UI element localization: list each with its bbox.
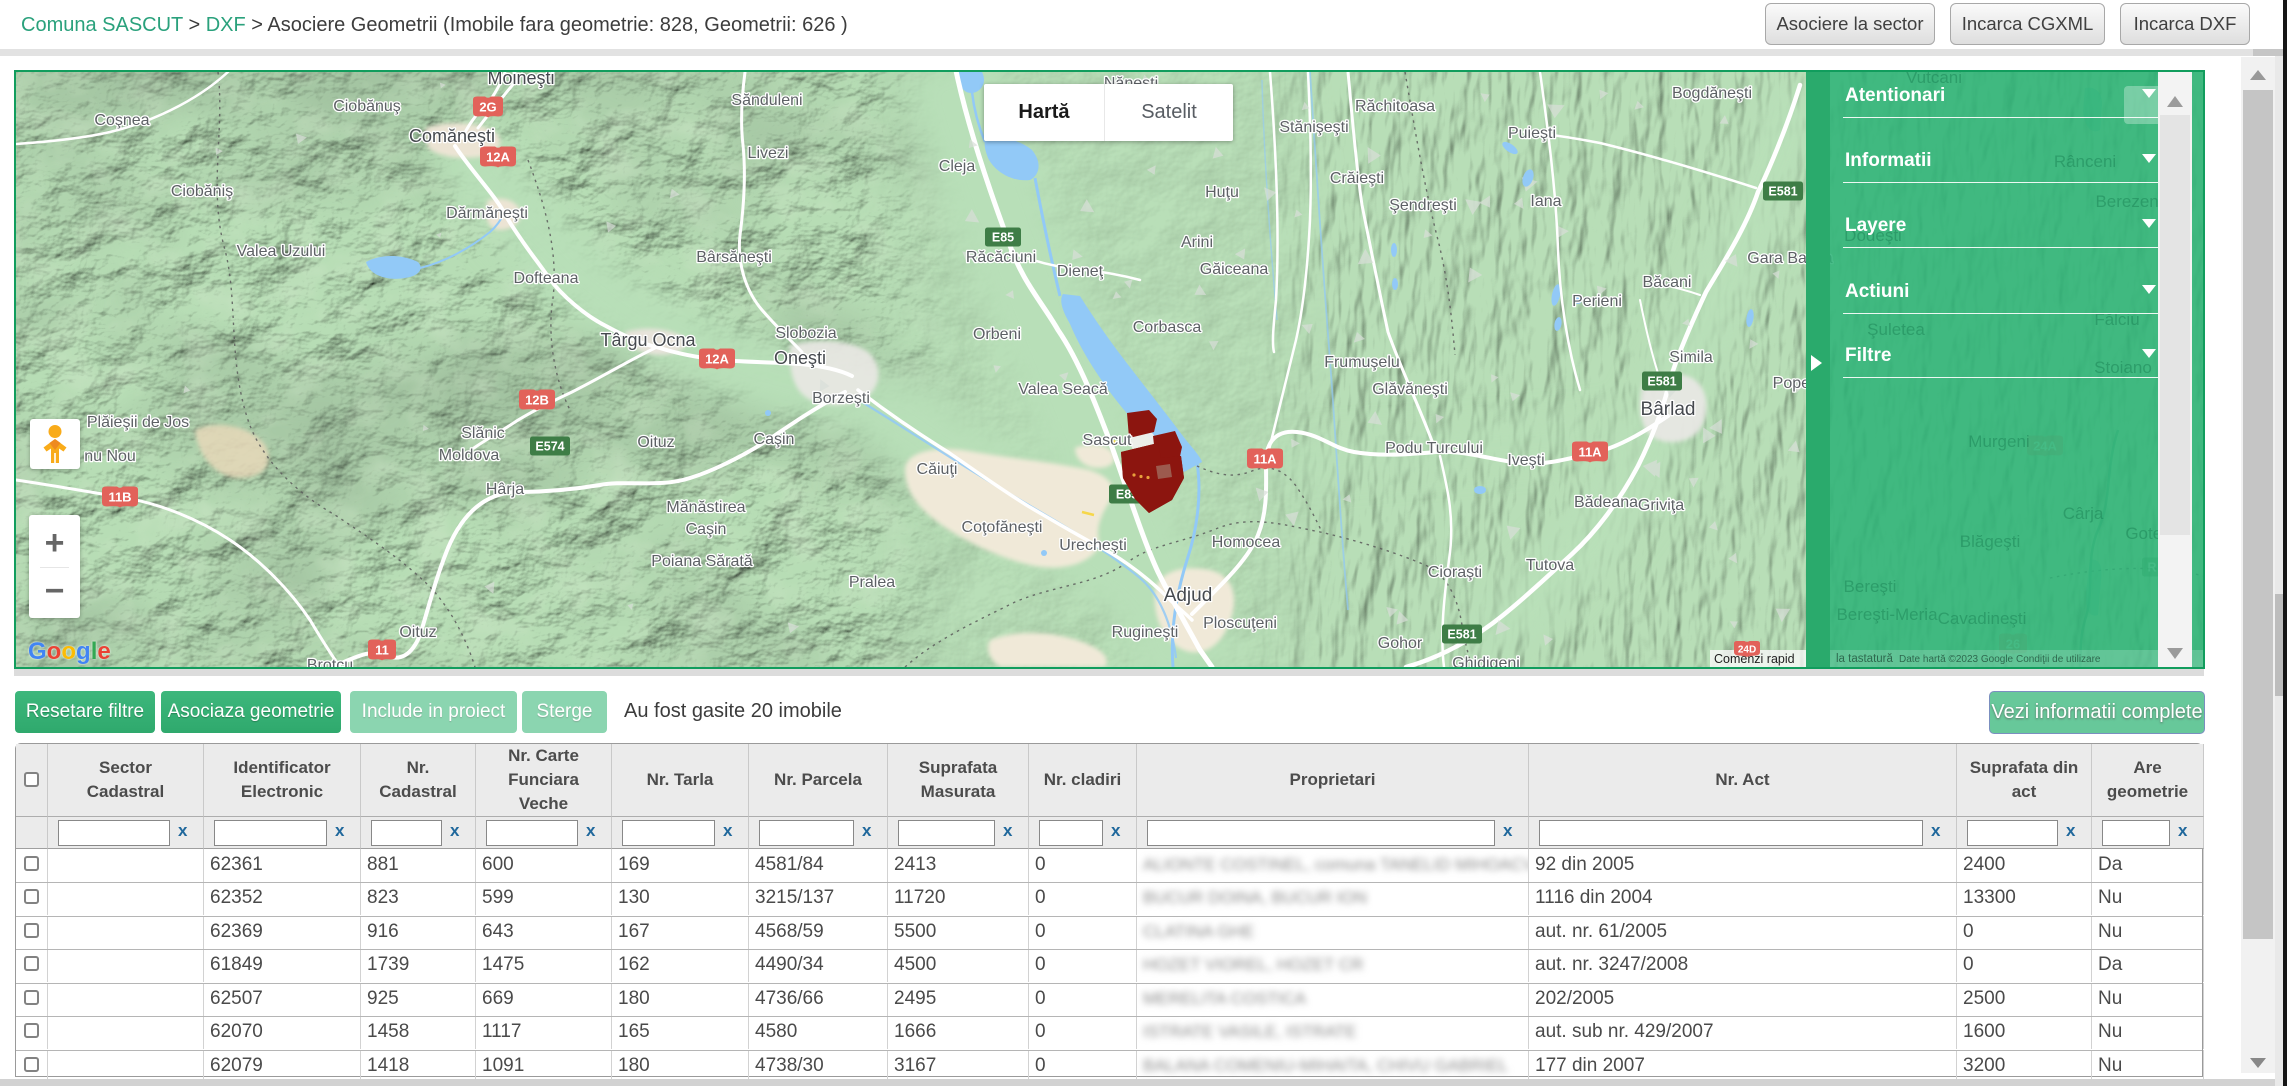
svg-text:Homocea: Homocea <box>1212 534 1281 551</box>
svg-text:11B: 11B <box>108 490 131 505</box>
svg-text:Şuletea: Şuletea <box>1867 320 1925 339</box>
svg-text:Târgu Ocna: Târgu Ocna <box>600 330 696 350</box>
svg-text:Plăieşii de Jos: Plăieşii de Jos <box>87 414 189 431</box>
svg-text:Griviţa: Griviţa <box>1638 497 1684 514</box>
svg-text:E574: E574 <box>535 440 564 454</box>
svg-text:Livezi: Livezi <box>748 145 789 162</box>
svg-text:Cleja: Cleja <box>939 158 976 175</box>
svg-text:11A: 11A <box>1578 445 1602 460</box>
svg-text:Pralea: Pralea <box>849 574 895 591</box>
svg-text:Frumuşelu: Frumuşelu <box>1324 354 1400 371</box>
svg-text:Atentionari: Atentionari <box>1845 85 1945 106</box>
svg-text:Băcani: Băcani <box>1643 274 1692 291</box>
svg-text:Moldova: Moldova <box>439 447 500 464</box>
svg-text:Brotcu: Brotcu <box>307 657 353 667</box>
svg-text:12A: 12A <box>486 150 510 165</box>
svg-text:Urecheşti: Urecheşti <box>1059 537 1127 554</box>
svg-text:E581: E581 <box>1647 375 1676 389</box>
svg-text:Oituz: Oituz <box>637 434 674 451</box>
svg-text:Bădeana: Bădeana <box>1574 494 1638 511</box>
svg-text:Orbeni: Orbeni <box>973 326 1021 343</box>
svg-text:Condiţii de utilizare: Condiţii de utilizare <box>2016 654 2101 665</box>
svg-text:Hârja: Hârja <box>486 481 524 498</box>
svg-text:Blăgeşti: Blăgeşti <box>1960 532 2020 551</box>
svg-text:Sănduleni: Sănduleni <box>731 92 802 109</box>
svg-text:Borzeşti: Borzeşti <box>812 390 870 407</box>
svg-text:Layere: Layere <box>1845 215 1906 236</box>
svg-text:Puieşti: Puieşti <box>1508 125 1556 142</box>
svg-text:24D: 24D <box>1738 645 1756 656</box>
svg-text:Filtre: Filtre <box>1845 345 1891 366</box>
svg-text:E581: E581 <box>1768 185 1797 199</box>
svg-text:Ploscuţeni: Ploscuţeni <box>1203 615 1277 632</box>
svg-text:Arini: Arini <box>1181 234 1213 251</box>
svg-text:Tutova: Tutova <box>1526 557 1574 574</box>
svg-text:Bârsăneşti: Bârsăneşti <box>696 249 772 266</box>
svg-text:Răchitoasa: Răchitoasa <box>1355 98 1435 115</box>
svg-text:Dărmăneşti: Dărmăneşti <box>446 205 528 222</box>
svg-text:Mănăstirea: Mănăstirea <box>666 499 745 516</box>
svg-text:Berezeni: Berezeni <box>2095 192 2162 211</box>
svg-text:nu Nou: nu Nou <box>84 448 136 465</box>
svg-text:Bogdăneşti: Bogdăneşti <box>1672 85 1752 102</box>
svg-text:Cavadineşti: Cavadineşti <box>1938 609 2027 628</box>
svg-text:Oituz: Oituz <box>399 624 436 641</box>
svg-text:Dofteana: Dofteana <box>514 270 579 287</box>
svg-text:Podu Turcului: Podu Turcului <box>1385 440 1483 457</box>
svg-text:12B: 12B <box>525 393 549 408</box>
svg-text:Crăieşti: Crăieşti <box>1330 170 1384 187</box>
svg-text:Răcăciuni: Răcăciuni <box>966 249 1036 266</box>
svg-text:Glăvăneşti: Glăvăneşti <box>1372 381 1448 398</box>
svg-text:Cioraşti: Cioraşti <box>1428 564 1482 581</box>
svg-text:Informatii: Informatii <box>1845 150 1932 171</box>
svg-text:Murgeni: Murgeni <box>1968 432 2029 451</box>
svg-text:E85: E85 <box>992 231 1014 245</box>
svg-text:Comăneşti: Comăneşti <box>409 126 495 146</box>
svg-text:Caşin: Caşin <box>686 521 727 538</box>
svg-text:Şendreşti: Şendreşti <box>1389 197 1457 214</box>
svg-text:Ciobăniş: Ciobăniş <box>171 183 233 200</box>
svg-text:Sascut: Sascut <box>1083 432 1132 449</box>
svg-text:Găiceana: Găiceana <box>1200 261 1269 278</box>
svg-text:Slobozia: Slobozia <box>775 325 836 342</box>
svg-text:Oneşti: Oneşti <box>774 348 826 368</box>
svg-text:Rugineşti: Rugineşti <box>1112 624 1179 641</box>
svg-text:Căiuţi: Căiuţi <box>917 461 958 478</box>
svg-text:12A: 12A <box>705 352 729 367</box>
svg-text:Caşin: Caşin <box>754 431 795 448</box>
svg-text:Corbasca: Corbasca <box>1133 319 1202 336</box>
svg-text:Ghidigeni: Ghidigeni <box>1452 655 1520 667</box>
svg-text:Coşnea: Coşnea <box>94 112 149 129</box>
svg-text:Fălciu: Fălciu <box>2094 310 2139 329</box>
svg-text:Actiuni: Actiuni <box>1845 281 1909 302</box>
svg-text:Dieneţ: Dieneţ <box>1057 263 1104 280</box>
svg-text:Cârja: Cârja <box>2063 504 2104 523</box>
svg-text:2G: 2G <box>479 100 496 115</box>
svg-text:Valea Uzului: Valea Uzului <box>237 243 326 260</box>
svg-text:Poiana Sărată: Poiana Sărată <box>651 553 753 570</box>
svg-text:Iveşti: Iveşti <box>1507 452 1544 469</box>
svg-text:11A: 11A <box>1253 452 1277 467</box>
svg-text:Gohor: Gohor <box>1378 635 1423 652</box>
svg-text:E581: E581 <box>1447 628 1476 642</box>
svg-text:Moineşti: Moineşti <box>487 72 554 88</box>
svg-text:Simila: Simila <box>1669 349 1713 366</box>
svg-text:Adjud: Adjud <box>1164 585 1213 606</box>
svg-text:Perieni: Perieni <box>1572 293 1622 310</box>
svg-text:Bârlad: Bârlad <box>1641 399 1696 420</box>
svg-text:Slănic: Slănic <box>461 425 505 442</box>
svg-text:Bereşti: Bereşti <box>1844 577 1897 596</box>
svg-text:la tastatură: la tastatură <box>1836 653 1893 665</box>
svg-text:Ciobănuş: Ciobănuş <box>333 98 401 115</box>
svg-text:Huţu: Huţu <box>1205 184 1239 201</box>
svg-text:Stănişeşti: Stănişeşti <box>1279 119 1348 136</box>
svg-text:Valea Seacă: Valea Seacă <box>1018 381 1108 398</box>
svg-text:Coţofăneşti: Coţofăneşti <box>962 519 1043 536</box>
svg-text:Bereşti-Meria: Bereşti-Meria <box>1836 605 1938 624</box>
svg-text:Stoiano: Stoiano <box>2094 358 2152 377</box>
svg-text:11: 11 <box>375 643 389 658</box>
svg-text:Iana: Iana <box>1530 193 1561 210</box>
svg-text:Date hartă ©2023 Google: Date hartă ©2023 Google <box>1899 654 2014 665</box>
svg-text:Rânceni: Rânceni <box>2054 152 2116 171</box>
